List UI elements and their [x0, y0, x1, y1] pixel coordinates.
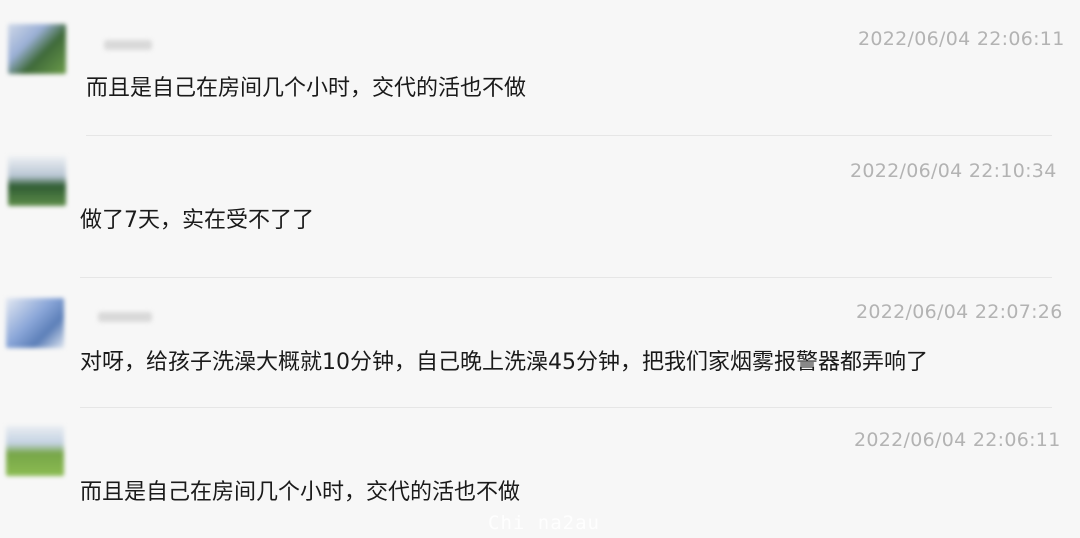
nickname-blurred	[98, 312, 152, 322]
user-avatar-icon[interactable]	[6, 426, 64, 476]
chat-message[interactable]: 2022/06/04 22:07:26 对呀，给孩子洗澡大概就10分钟，自己晚上…	[0, 278, 1080, 408]
nickname-blurred	[104, 40, 152, 50]
chat-history: 2022/06/04 22:06:11 而且是自己在房间几个小时，交代的活也不做…	[0, 0, 1080, 538]
message-text: 而且是自己在房间几个小时，交代的活也不做	[80, 480, 521, 505]
message-text: 做了7天，实在受不了了	[80, 208, 314, 233]
message-timestamp: 2022/06/04 22:06:11	[854, 429, 1061, 451]
chat-message[interactable]: 2022/06/04 22:10:34 做了7天，实在受不了了	[0, 136, 1080, 276]
message-timestamp: 2022/06/04 22:10:34	[850, 160, 1057, 182]
user-avatar-icon[interactable]	[8, 156, 66, 206]
user-avatar-icon[interactable]	[8, 24, 66, 74]
user-avatar-icon[interactable]	[6, 298, 64, 348]
message-timestamp: 2022/06/04 22:07:26	[856, 301, 1063, 323]
chat-message[interactable]: 2022/06/04 22:06:11 而且是自己在房间几个小时，交代的活也不做	[0, 0, 1080, 136]
watermark: Chi na2au	[488, 512, 600, 534]
message-text: 对呀，给孩子洗澡大概就10分钟，自己晚上洗澡45分钟，把我们家烟雾报警器都弄响了	[80, 350, 928, 375]
message-text: 而且是自己在房间几个小时，交代的活也不做	[86, 76, 527, 101]
message-timestamp: 2022/06/04 22:06:11	[858, 28, 1065, 50]
